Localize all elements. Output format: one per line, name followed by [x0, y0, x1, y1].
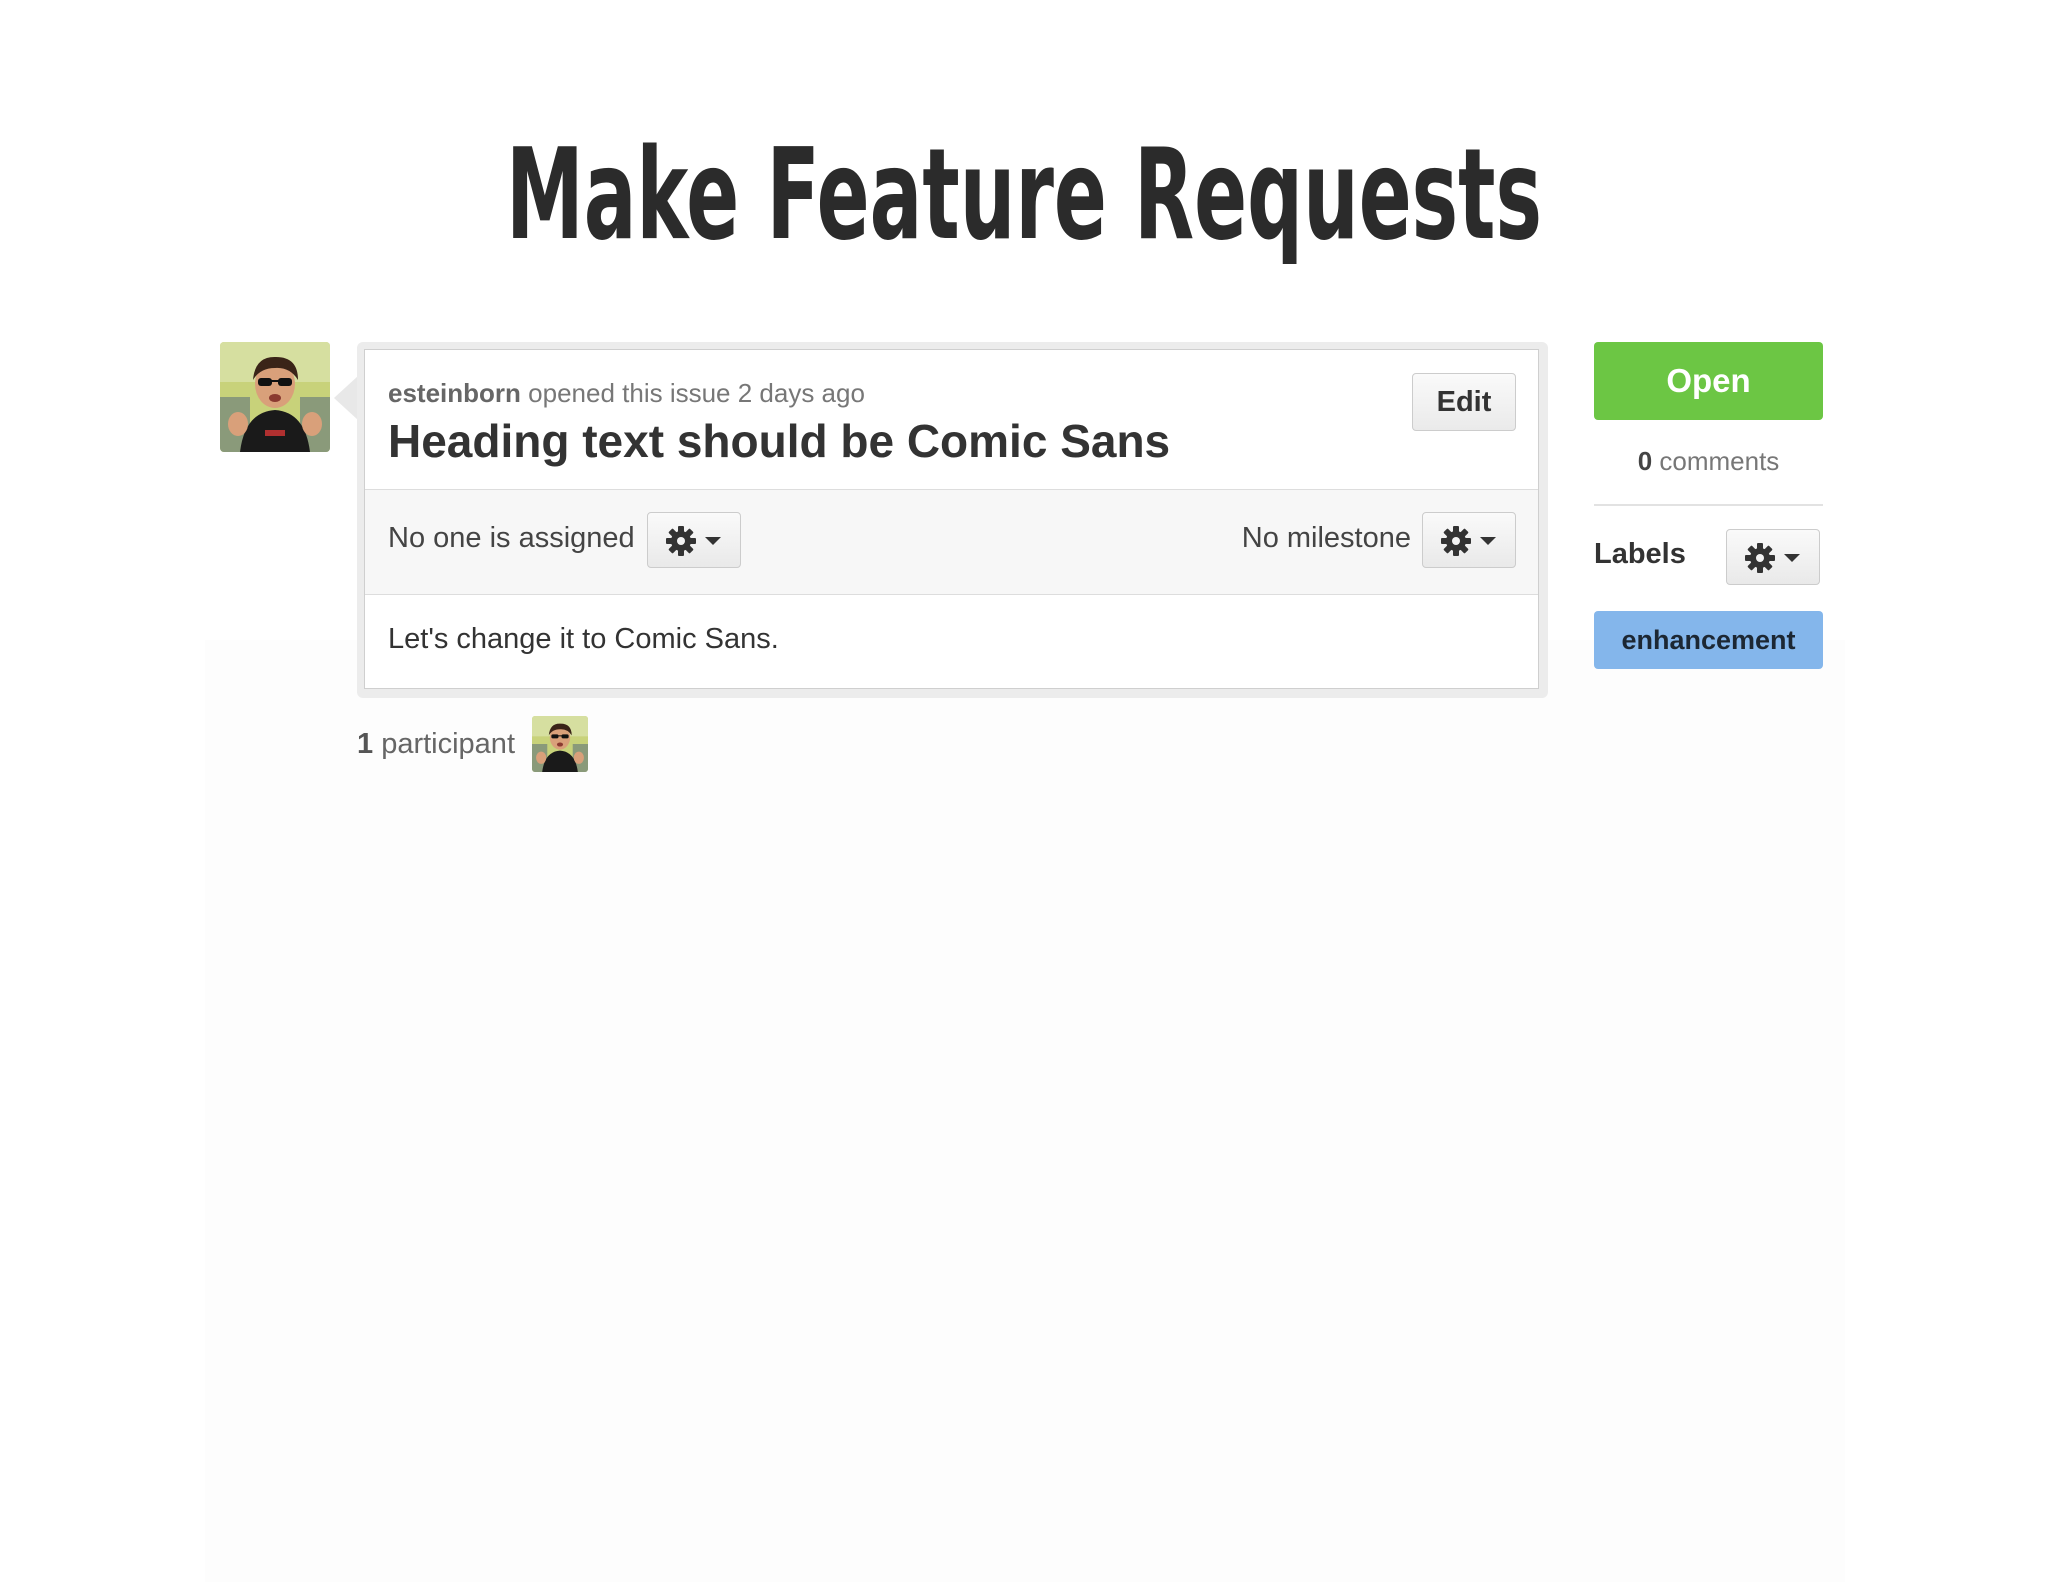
page-background: [205, 640, 1845, 1582]
comment-pointer: [334, 376, 358, 420]
caret-down-icon: [705, 537, 721, 545]
issue-state-badge: Open: [1594, 342, 1823, 420]
issue-header: esteinborn opened this issue 2 days ago …: [365, 350, 1538, 490]
issue-meta: esteinborn opened this issue 2 days ago: [388, 378, 865, 409]
gear-icon: [1441, 526, 1471, 556]
gear-icon: [1745, 543, 1775, 573]
author-link[interactable]: esteinborn: [388, 378, 521, 408]
comments-label: comments: [1652, 446, 1780, 476]
participant-label: participant: [373, 728, 515, 760]
sidebar-divider: [1594, 504, 1823, 506]
comments-count: 0 comments: [1594, 446, 1823, 477]
labels-heading: Labels: [1594, 538, 1686, 570]
slide-title: Make Feature Requests: [505, 121, 1543, 268]
milestone-settings-button[interactable]: [1422, 512, 1516, 568]
milestone-text: No milestone: [1241, 522, 1411, 554]
label-enhancement[interactable]: enhancement: [1594, 611, 1823, 669]
assignee-text: No one is assigned: [388, 522, 635, 554]
labels-settings-button[interactable]: [1726, 529, 1820, 585]
assignee-settings-button[interactable]: [647, 512, 741, 568]
edit-button[interactable]: Edit: [1412, 373, 1516, 431]
caret-down-icon: [1480, 537, 1496, 545]
participant-avatar[interactable]: [532, 716, 588, 772]
caret-down-icon: [1784, 554, 1800, 562]
issue-discussion-bar: No one is assigned No milestone: [365, 490, 1538, 595]
participants-summary: 1 participant: [357, 728, 515, 761]
issue-card: esteinborn opened this issue 2 days ago …: [364, 349, 1539, 689]
participant-count: 1: [357, 728, 374, 760]
issue-title: Heading text should be Comic Sans: [388, 415, 1171, 467]
opened-text: opened this issue 2 days ago: [520, 378, 865, 408]
comments-number: 0: [1637, 446, 1653, 476]
author-avatar[interactable]: [220, 342, 330, 452]
issue-body: Let's change it to Comic Sans.: [388, 623, 779, 655]
gear-icon: [666, 526, 696, 556]
